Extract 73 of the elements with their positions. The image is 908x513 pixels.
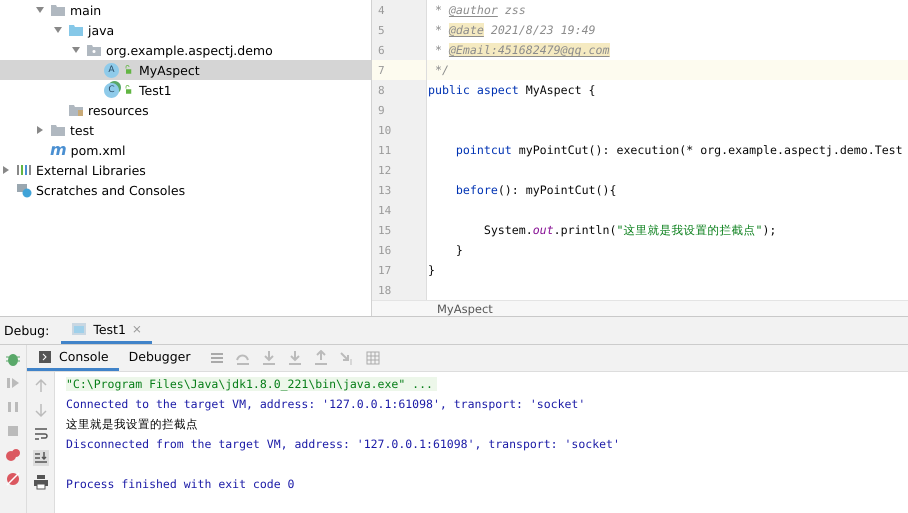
code-line: before(): myPointCut(){ [454,183,616,197]
expanded-arrow-icon[interactable] [53,25,63,35]
folder-icon [50,122,66,138]
aspect-icon: A [104,62,119,78]
code-line: System.out.println("这里就是我设置的拦截点"); [482,222,776,238]
line-number: 4 [372,0,427,20]
console-line: Process finished with exit code 0 [66,477,296,491]
down-arrow-icon[interactable] [32,402,48,418]
breadcrumb[interactable]: MyAspect [372,300,908,316]
up-arrow-icon[interactable] [32,378,48,394]
window-icon [71,321,88,337]
folder-icon [68,22,84,38]
force-step-into-icon[interactable] [286,350,302,366]
tree-item[interactable]: main [0,0,371,20]
line-number: 17 [372,260,427,280]
console-line: Disconnected from the target VM, address: '127.0.0.1:61098', transport: 'socket' [66,437,621,451]
tree-item[interactable]: m pom.xml [0,140,371,160]
scroll-to-end-icon[interactable] [32,450,48,466]
tree-item[interactable]: resources [0,100,371,120]
breakpoints-icon[interactable] [5,447,21,463]
panel-title: Debug: [4,322,50,340]
tree-item[interactable]: Scratches and Consoles [0,180,371,200]
tree-item[interactable]: A MyAspect [0,60,371,80]
line-number: 12 [372,160,427,180]
console-line: 这里就是我设置的拦截点 [66,416,199,432]
code-line: */ [434,63,449,77]
step-out-icon[interactable] [312,350,328,366]
line-number: 13 [372,180,427,200]
tree-item[interactable]: External Libraries [0,160,371,180]
maven-icon: m [50,142,67,158]
tree-item[interactable]: C Test1 [0,80,371,100]
resources-folder-icon [68,102,84,118]
line-number: 15 [372,220,427,240]
expanded-arrow-icon[interactable] [71,45,81,55]
list-icon[interactable] [208,350,224,366]
tree-item[interactable]: java [0,20,371,40]
code-line: * @author zss [434,3,526,17]
libraries-icon [16,162,32,178]
soft-wrap-icon[interactable] [32,426,48,442]
resume-icon[interactable] [5,375,21,391]
expanded-arrow-icon[interactable] [35,5,45,15]
evaluate-icon[interactable] [364,350,380,366]
collapsed-arrow-icon[interactable] [35,125,45,135]
line-number: 6 [372,40,427,60]
folder-icon [50,2,66,18]
line-number: 8 [372,80,427,100]
tree-item[interactable]: org.example.aspectj.demo [0,40,371,60]
print-icon[interactable] [32,474,48,490]
line-number: 14 [372,200,427,220]
code-line: } [454,243,463,257]
line-number: 5 [372,20,427,40]
pause-icon[interactable] [5,399,21,415]
code-line: public aspect MyAspect { [427,83,596,97]
tree-item[interactable]: test [0,120,371,140]
package-icon [86,42,102,58]
class-icon: C [104,82,119,98]
mute-breakpoints-icon[interactable] [5,471,21,487]
line-number: 11 [372,140,427,160]
run-to-cursor-icon[interactable] [338,350,354,366]
line-number: 16 [372,240,427,260]
line-number: 10 [372,120,427,140]
console-icon [37,348,53,364]
line-number: 9 [372,100,427,120]
bug-icon[interactable] [5,351,21,367]
debug-subtab[interactable]: Debugger [118,345,200,371]
scratches-icon [16,182,32,198]
console-line: Connected to the target VM, address: '127.0.0.1:61098', transport: 'socket' [66,397,586,411]
stop-icon[interactable] [5,423,21,439]
code-line: pointcut myPointCut(): execution(* org.example.aspectj.demo.Test [454,143,903,157]
step-into-icon[interactable] [260,350,276,366]
code-line: } [427,263,435,277]
line-number: 18 [372,280,427,300]
collapsed-arrow-icon[interactable] [1,165,11,175]
